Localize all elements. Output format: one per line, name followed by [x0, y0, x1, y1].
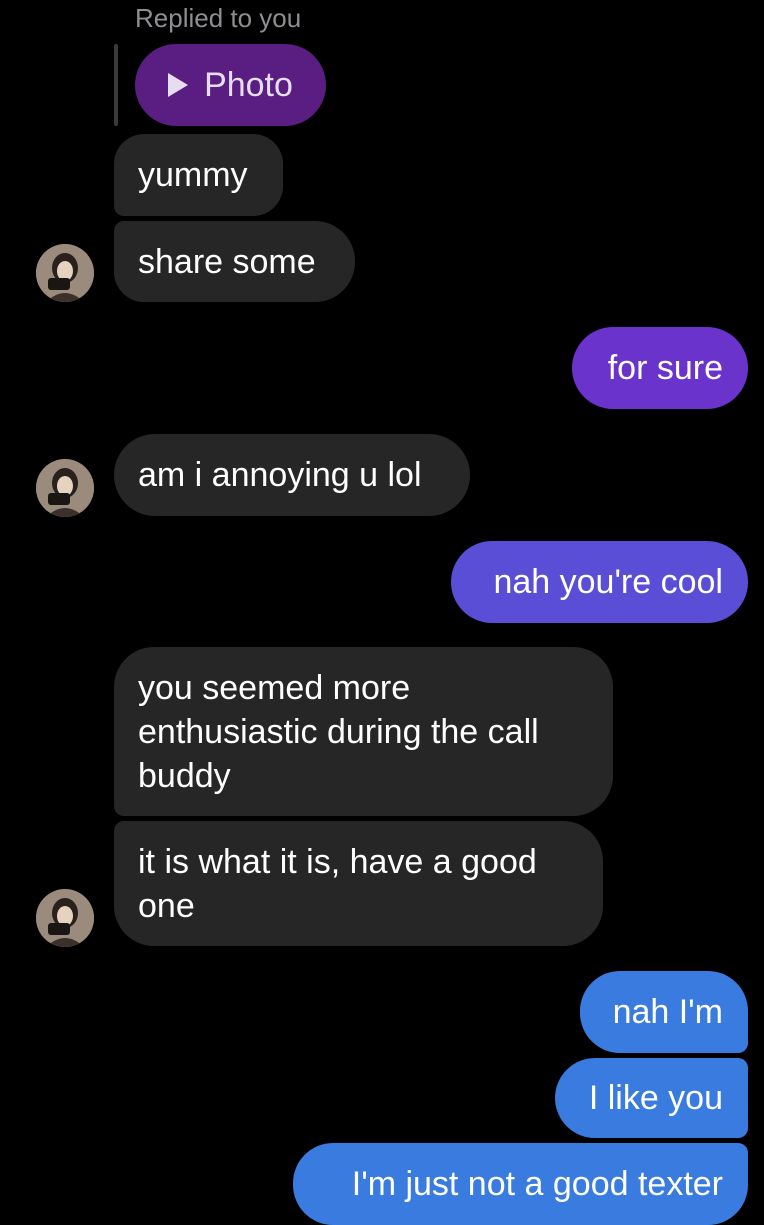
message-bubble[interactable]: am i annoying u lol: [114, 434, 470, 516]
message-text: share some: [138, 242, 316, 281]
message-text: it is what it is, have a good one: [138, 842, 537, 925]
play-icon: [168, 73, 189, 97]
message-bubble[interactable]: for sure: [572, 327, 748, 409]
message-bubble[interactable]: nah I'm: [580, 971, 748, 1053]
reply-indicator-bar: [114, 44, 118, 126]
message-text: yummy: [138, 156, 248, 194]
message-text: nah you're cool: [493, 563, 723, 601]
message-text: I'm just not a good texter: [351, 1165, 723, 1203]
message-text: nah I'm: [612, 993, 723, 1031]
message-bubble[interactable]: I like you: [555, 1058, 748, 1138]
avatar[interactable]: [36, 889, 94, 947]
message-text: for sure: [607, 349, 723, 387]
message-bubble[interactable]: yummy: [114, 134, 283, 216]
message-bubble[interactable]: it is what it is, have a good one: [114, 821, 603, 946]
message-bubble[interactable]: I'm just not a good texter: [293, 1143, 748, 1225]
message-text: I like you: [588, 1079, 723, 1117]
replied-photo-button[interactable]: Photo: [135, 44, 326, 126]
reply-label: Replied to you: [135, 3, 302, 33]
message-text: you seemed more enthusiastic during the …: [138, 668, 539, 795]
message-text: am i annoying u lol: [138, 456, 422, 494]
avatar[interactable]: [36, 459, 94, 517]
avatar[interactable]: [36, 244, 94, 302]
message-bubble[interactable]: you seemed more enthusiastic during the …: [114, 647, 613, 816]
photo-label: Photo: [204, 65, 293, 104]
message-bubble[interactable]: nah you're cool: [451, 541, 748, 623]
message-bubble[interactable]: share some: [114, 221, 355, 302]
